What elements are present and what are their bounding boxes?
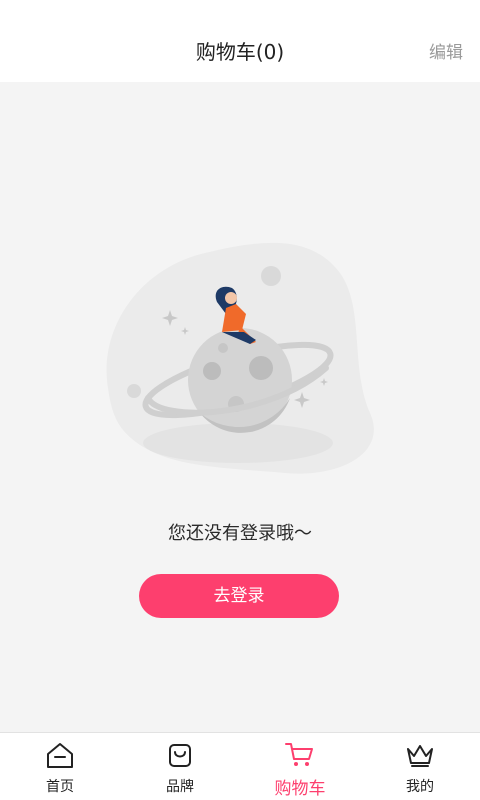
- tab-brand[interactable]: 品牌: [120, 733, 240, 800]
- crown-icon: [407, 745, 433, 767]
- tab-home[interactable]: 首页: [0, 733, 120, 800]
- page-title: 购物车(0): [195, 40, 285, 64]
- crater: [218, 343, 228, 353]
- tab-home-label: 首页: [46, 779, 74, 795]
- empty-state-message: 您还没有登录哦～: [168, 523, 312, 544]
- edit-button[interactable]: 编辑: [429, 38, 463, 63]
- empty-cart-illustration: [106, 242, 374, 474]
- tiny-moon: [127, 384, 141, 398]
- crater: [203, 362, 221, 380]
- tab-cart[interactable]: 购物车: [240, 733, 360, 800]
- bottom-tab-bar: 首页 品牌 购物车 我的: [0, 732, 480, 800]
- tab-mine[interactable]: 我的: [360, 733, 480, 800]
- small-moon: [261, 266, 281, 286]
- top-bar: 购物车(0) 编辑: [0, 0, 480, 82]
- tab-mine-label: 我的: [406, 779, 434, 795]
- crater: [249, 356, 273, 380]
- cart-icon: [285, 743, 313, 766]
- bag-icon: [169, 744, 191, 767]
- tab-brand-label: 品牌: [166, 779, 194, 795]
- home-icon: [47, 743, 73, 768]
- login-button[interactable]: 去登录: [139, 574, 339, 618]
- tab-cart-label: 购物车: [274, 779, 326, 799]
